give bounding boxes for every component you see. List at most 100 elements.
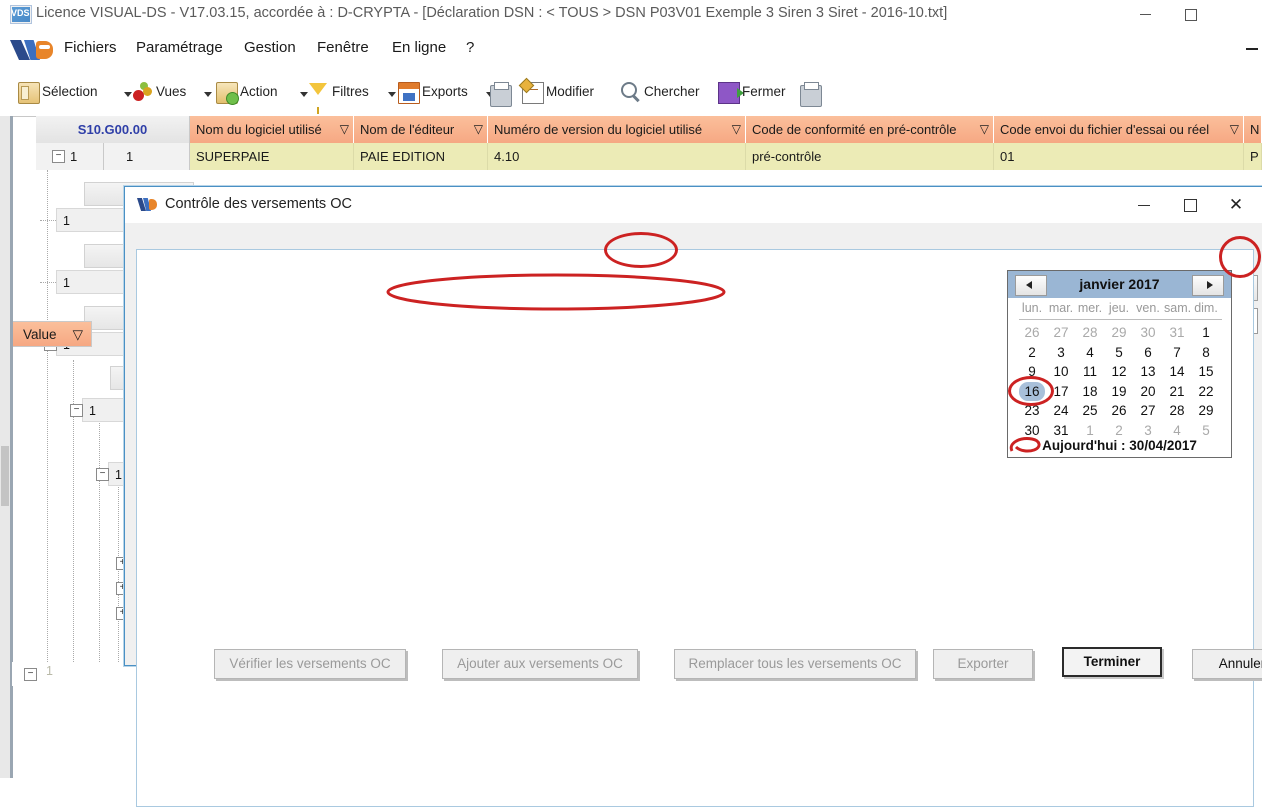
calendar-day[interactable]: 8 bbox=[1193, 343, 1219, 362]
tree-collapse-icon[interactable]: − bbox=[96, 468, 109, 481]
calendar-day[interactable]: 25 bbox=[1077, 401, 1103, 420]
calendar-day[interactable]: 30 bbox=[1019, 421, 1045, 440]
calendar-day[interactable]: 12 bbox=[1106, 362, 1132, 381]
filter-icon[interactable]: ▽ bbox=[980, 116, 989, 143]
filter-icon[interactable]: ▽ bbox=[340, 116, 349, 143]
mdi-minimize-dash[interactable] bbox=[1246, 48, 1258, 50]
annuler-button[interactable]: Annuler bbox=[1192, 649, 1262, 679]
toolbar-fermer[interactable]: Fermer bbox=[718, 81, 798, 107]
collapse-icon[interactable]: − bbox=[52, 150, 65, 163]
calendar-day[interactable]: 26 bbox=[1106, 401, 1132, 420]
vertical-scrollbar[interactable] bbox=[0, 116, 10, 778]
calendar-day[interactable]: 31 bbox=[1048, 421, 1074, 440]
calendar-day[interactable]: 27 bbox=[1135, 401, 1161, 420]
toolbar-chercher[interactable]: Chercher bbox=[620, 81, 712, 107]
col-nom-editeur[interactable]: Nom de l'éditeur ▽ bbox=[354, 116, 488, 143]
filter-icon[interactable]: ▽ bbox=[73, 322, 83, 348]
calendar-day[interactable]: 31 bbox=[1164, 323, 1190, 342]
col-code-envoi[interactable]: Code envoi du fichier d'essai ou réel ▽ bbox=[994, 116, 1244, 143]
calendar-day[interactable]: 21 bbox=[1164, 382, 1190, 401]
calendar-day[interactable]: 29 bbox=[1106, 323, 1132, 342]
scrollbar-thumb[interactable] bbox=[1, 446, 9, 506]
verifier-versements-button[interactable]: Vérifier les versements OC bbox=[214, 649, 406, 679]
value-column-header[interactable]: Value ▽ bbox=[8, 321, 92, 347]
calendar-day[interactable]: 29 bbox=[1193, 401, 1219, 420]
calendar-day[interactable]: 7 bbox=[1164, 343, 1190, 362]
toolbar-exports[interactable]: Exports bbox=[398, 81, 494, 107]
calendar-day[interactable]: 2 bbox=[1019, 343, 1045, 362]
dialog-maximize-button[interactable] bbox=[1167, 187, 1213, 223]
col-next[interactable]: N bbox=[1244, 116, 1262, 143]
toolbar-vues[interactable]: Vues bbox=[132, 81, 212, 107]
calendar-day[interactable]: 5 bbox=[1193, 421, 1219, 440]
menu-fenetre[interactable]: Fenêtre bbox=[317, 39, 369, 56]
dialog-minimize-button[interactable] bbox=[1121, 187, 1167, 223]
terminer-button[interactable]: Terminer bbox=[1062, 647, 1162, 677]
calendar-day[interactable]: 20 bbox=[1135, 382, 1161, 401]
chevron-down-icon[interactable] bbox=[204, 92, 212, 97]
calendar-day[interactable]: 15 bbox=[1193, 362, 1219, 381]
filter-icon[interactable]: ▽ bbox=[732, 116, 741, 143]
calendar-day[interactable]: 3 bbox=[1048, 343, 1074, 362]
toolbar-print[interactable] bbox=[490, 81, 514, 107]
calendar-day[interactable]: 24 bbox=[1048, 401, 1074, 420]
calendar-day[interactable]: 2 bbox=[1106, 421, 1132, 440]
calendar-day[interactable]: 14 bbox=[1164, 362, 1190, 381]
calendar-day[interactable]: 18 bbox=[1077, 382, 1103, 401]
calendar-day[interactable]: 9 bbox=[1019, 362, 1045, 381]
col-s10g0000[interactable]: S10.G00.00 bbox=[36, 116, 190, 143]
menu-en-ligne[interactable]: En ligne bbox=[392, 39, 446, 56]
col-num-version[interactable]: Numéro de version du logiciel utilisé ▽ bbox=[488, 116, 746, 143]
toolbar-modifier[interactable]: Modifier bbox=[522, 81, 614, 107]
dialog-close-button[interactable]: ✕ bbox=[1213, 187, 1259, 223]
calendar-day[interactable]: 28 bbox=[1077, 323, 1103, 342]
calendar-day[interactable]: 1 bbox=[1193, 323, 1219, 342]
menu-gestion[interactable]: Gestion bbox=[244, 39, 296, 56]
row-expander-cell[interactable]: − 1 bbox=[36, 143, 104, 170]
calendar-day[interactable]: 4 bbox=[1164, 421, 1190, 440]
window-minimize-button[interactable] bbox=[1122, 0, 1168, 28]
window-restore-button[interactable] bbox=[1168, 0, 1214, 28]
date-picker-calendar[interactable]: janvier 2017 lun. mar. mer. jeu. ven. sa… bbox=[1007, 270, 1232, 458]
filter-icon[interactable]: ▽ bbox=[474, 116, 483, 143]
calendar-day[interactable]: 22 bbox=[1193, 382, 1219, 401]
chevron-down-icon[interactable] bbox=[124, 92, 132, 97]
calendar-day[interactable]: 13 bbox=[1135, 362, 1161, 381]
ajouter-versements-button[interactable]: Ajouter aux versements OC bbox=[442, 649, 638, 679]
toolbar-action[interactable]: Action bbox=[216, 81, 308, 107]
calendar-day[interactable]: 19 bbox=[1106, 382, 1132, 401]
calendar-day[interactable]: 10 bbox=[1048, 362, 1074, 381]
exporter-button[interactable]: Exporter bbox=[933, 649, 1033, 679]
tree-collapse-icon[interactable]: − bbox=[70, 404, 83, 417]
filter-icon[interactable]: ▽ bbox=[1230, 116, 1239, 143]
calendar-day[interactable]: 11 bbox=[1077, 362, 1103, 381]
col-nom-logiciel[interactable]: Nom du logiciel utilisé ▽ bbox=[190, 116, 354, 143]
calendar-day[interactable]: 1 bbox=[1077, 421, 1103, 440]
calendar-day[interactable]: 3 bbox=[1135, 421, 1161, 440]
calendar-day[interactable]: 17 bbox=[1048, 382, 1074, 401]
menu-help[interactable]: ? bbox=[466, 39, 474, 56]
calendar-day[interactable]: 30 bbox=[1135, 323, 1161, 342]
calendar-today-label[interactable]: Aujourd'hui : 30/04/2017 bbox=[1008, 438, 1231, 453]
calendar-day[interactable]: 26 bbox=[1019, 323, 1045, 342]
calendar-day-selected[interactable]: 16 bbox=[1019, 381, 1045, 401]
calendar-day[interactable]: 27 bbox=[1048, 323, 1074, 342]
calendar-day[interactable]: 28 bbox=[1164, 401, 1190, 420]
collapse-icon[interactable]: − bbox=[24, 668, 37, 681]
calendar-day[interactable]: 6 bbox=[1135, 343, 1161, 362]
col-code-conformite[interactable]: Code de conformité en pré-contrôle ▽ bbox=[746, 116, 994, 143]
chevron-down-icon[interactable] bbox=[300, 92, 308, 97]
calendar-day[interactable]: 5 bbox=[1106, 343, 1132, 362]
toolbar-print-2[interactable] bbox=[800, 81, 824, 107]
toolbar-filtres[interactable]: Filtres bbox=[308, 81, 396, 114]
toolbar-selection[interactable]: Sélection bbox=[18, 81, 132, 107]
calendar-prev-month-button[interactable] bbox=[1015, 275, 1047, 296]
remplacer-versements-button[interactable]: Remplacer tous les versements OC bbox=[674, 649, 916, 679]
row-arrow-cell[interactable]: 1 bbox=[104, 143, 190, 170]
menu-parametrage[interactable]: Paramétrage bbox=[136, 39, 223, 56]
chevron-down-icon[interactable] bbox=[388, 92, 396, 97]
menu-fichiers[interactable]: Fichiers bbox=[64, 39, 117, 56]
calendar-next-month-button[interactable] bbox=[1192, 275, 1224, 296]
calendar-day[interactable]: 23 bbox=[1019, 401, 1045, 420]
calendar-day[interactable]: 4 bbox=[1077, 343, 1103, 362]
